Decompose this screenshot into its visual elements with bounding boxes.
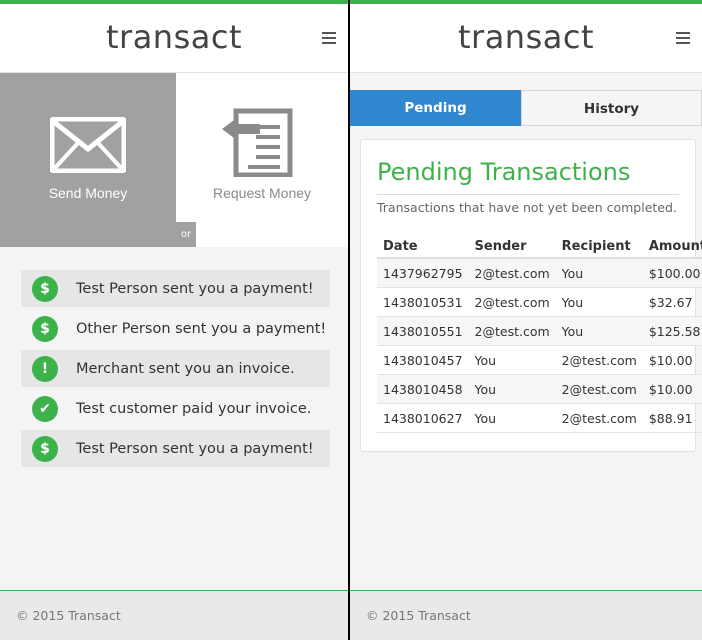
request-money-button[interactable]: Request Money xyxy=(176,73,348,247)
column-header-sender: Sender xyxy=(468,236,556,259)
column-header-date: Date xyxy=(377,236,469,259)
check-icon: ✔ xyxy=(32,395,58,422)
cell-recipient: You xyxy=(555,316,643,346)
cell-sender: 2@test.com xyxy=(468,287,556,317)
or-badge: or xyxy=(176,222,196,247)
app-header: transact xyxy=(0,4,348,73)
cell-sender: You xyxy=(468,374,556,404)
right-screen: transact Pending History Pending Transac… xyxy=(350,0,702,640)
cell-recipient: You xyxy=(555,258,643,288)
feed-item-text: Test Person sent you a payment! xyxy=(76,440,314,457)
request-document-icon xyxy=(222,108,293,177)
feed-item-text: Test Person sent you a payment! xyxy=(76,280,314,297)
footer: © 2015 Transact xyxy=(0,590,348,640)
brand-logo: transact xyxy=(105,18,242,56)
table-row[interactable]: 1438010457 You 2@test.com $10.00 xyxy=(377,345,702,375)
transaction-tabs: Pending History xyxy=(350,90,702,126)
send-money-label: Send Money xyxy=(48,185,128,201)
table-row[interactable]: 1438010551 2@test.com You $125.58 xyxy=(377,316,702,346)
feed-item[interactable]: ! Merchant sent you an invoice. xyxy=(21,350,330,387)
cell-recipient: You xyxy=(555,287,643,317)
cell-date: 1438010457 xyxy=(377,345,469,375)
footer-copyright: © 2015 Transact xyxy=(366,608,471,623)
column-header-amount: Amount xyxy=(642,236,702,259)
left-screen: transact Send Money Request Money or $ T… xyxy=(0,0,348,640)
cell-amount: $32.67 xyxy=(642,287,702,317)
cell-amount: $10.00 xyxy=(642,345,702,375)
menu-icon[interactable] xyxy=(322,32,336,44)
footer: © 2015 Transact xyxy=(350,590,702,640)
feed-item-text: Other Person sent you a payment! xyxy=(76,320,327,337)
cell-date: 1438010627 xyxy=(377,403,469,433)
table-row[interactable]: 1438010458 You 2@test.com $10.00 xyxy=(377,374,702,404)
table-header-row: Date Sender Recipient Amount xyxy=(377,236,702,259)
footer-copyright: © 2015 Transact xyxy=(16,608,121,623)
request-money-label: Request Money xyxy=(212,185,312,201)
feed-item[interactable]: ✔ Test customer paid your invoice. xyxy=(21,390,330,427)
activity-feed: $ Test Person sent you a payment! $ Other P… xyxy=(21,270,330,470)
table-row[interactable]: 1437962795 2@test.com You $100.00 xyxy=(377,258,702,288)
cell-amount: $125.58 xyxy=(642,316,702,346)
dollar-icon: $ xyxy=(32,435,58,462)
cell-sender: You xyxy=(468,403,556,433)
tab-pending[interactable]: Pending xyxy=(350,90,521,126)
transactions-table: Date Sender Recipient Amount 1437962795 2… xyxy=(377,236,702,433)
cell-recipient: 2@test.com xyxy=(555,403,643,433)
cell-sender: 2@test.com xyxy=(468,258,556,288)
tab-history[interactable]: History xyxy=(521,90,702,126)
cell-date: 1438010551 xyxy=(377,316,469,346)
send-money-button[interactable]: Send Money xyxy=(0,73,176,247)
table-row[interactable]: 1438010531 2@test.com You $32.67 xyxy=(377,287,702,317)
cell-date: 1438010458 xyxy=(377,374,469,404)
cell-sender: You xyxy=(468,345,556,375)
cell-amount: $100.00 xyxy=(642,258,702,288)
dollar-icon: $ xyxy=(32,315,58,342)
column-header-recipient: Recipient xyxy=(555,236,643,259)
envelope-icon xyxy=(50,117,126,173)
feed-item-text: Merchant sent you an invoice. xyxy=(76,360,295,377)
cell-recipient: 2@test.com xyxy=(555,345,643,375)
pending-transactions-card: Pending Transactions Transactions that h… xyxy=(360,139,702,452)
cell-date: 1437962795 xyxy=(377,258,469,288)
cell-recipient: 2@test.com xyxy=(555,374,643,404)
card-title: Pending Transactions xyxy=(377,158,631,186)
exclamation-icon: ! xyxy=(32,355,58,382)
feed-item[interactable]: $ Other Person sent you a payment! xyxy=(21,310,330,347)
divider xyxy=(377,194,679,195)
brand-logo: transact xyxy=(457,18,594,56)
table-row[interactable]: 1438010627 You 2@test.com $88.91 xyxy=(377,403,702,433)
cell-amount: $10.00 xyxy=(642,374,702,404)
cell-sender: 2@test.com xyxy=(468,316,556,346)
card-subtitle: Transactions that have not yet been comp… xyxy=(377,200,677,215)
feed-item-text: Test customer paid your invoice. xyxy=(76,400,312,417)
cell-amount: $88.91 xyxy=(642,403,702,433)
feed-item[interactable]: $ Test Person sent you a payment! xyxy=(21,430,330,467)
feed-item[interactable]: $ Test Person sent you a payment! xyxy=(21,270,330,307)
menu-icon[interactable] xyxy=(676,32,690,44)
dollar-icon: $ xyxy=(32,275,58,302)
cell-date: 1438010531 xyxy=(377,287,469,317)
activity-feed-area: $ Test Person sent you a payment! $ Other P… xyxy=(0,248,348,590)
action-tiles: Send Money Request Money or xyxy=(0,73,348,247)
app-header: transact xyxy=(350,4,702,73)
transactions-table-body: 1437962795 2@test.com You $100.00 1438010531… xyxy=(377,258,702,433)
